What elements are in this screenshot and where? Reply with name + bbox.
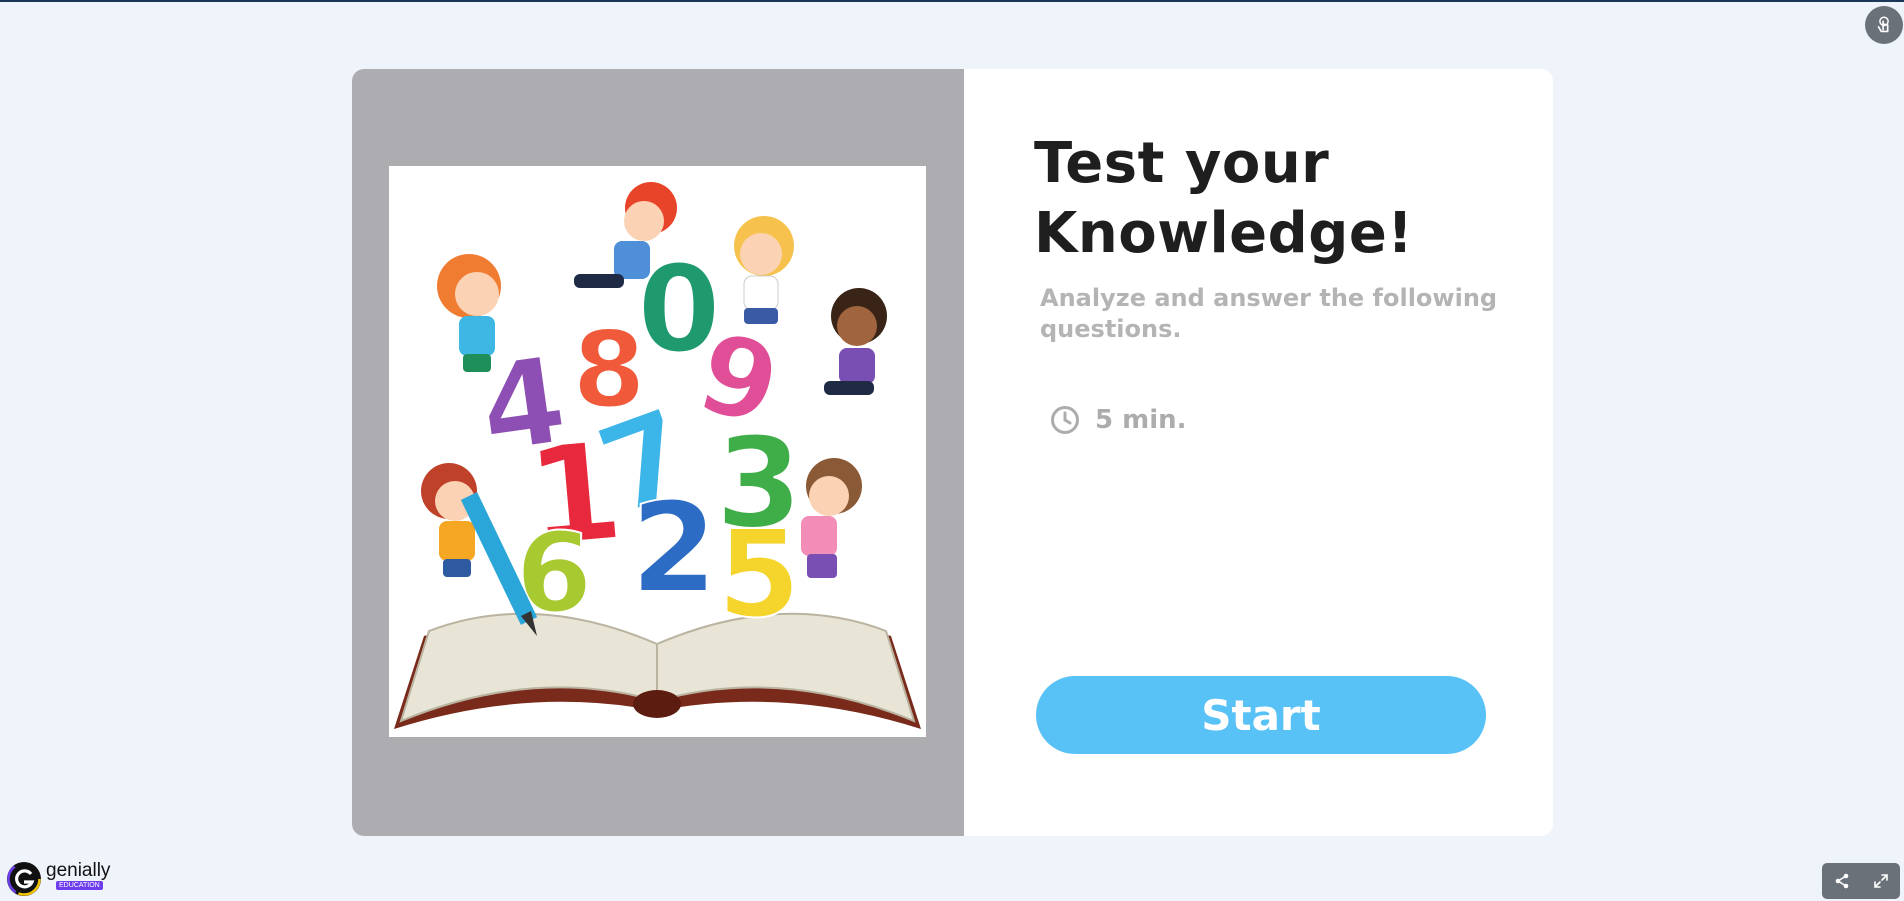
presentation-toolbar — [1822, 863, 1900, 899]
kid-brown-hair — [801, 458, 862, 578]
quiz-title-line2: Knowledge! — [1034, 201, 1414, 266]
genially-logo[interactable]: genially EDUCATION — [6, 861, 110, 897]
digit-2: 2 — [631, 476, 718, 621]
quiz-subtitle: Analyze and answer the following questio… — [1040, 284, 1498, 343]
kid-orange-hair — [437, 254, 501, 372]
touch-mode-button[interactable] — [1865, 6, 1903, 44]
fullscreen-icon — [1873, 874, 1888, 888]
quiz-info-panel: Test your Knowledge! Analyze and answer … — [964, 69, 1553, 836]
brand-name: genially — [46, 860, 111, 881]
kid-curly-dark-hair — [824, 288, 887, 395]
duration-label: 5 min. — [1095, 405, 1187, 435]
image-panel: 4 8 0 9 1 7 3 6 2 5 — [352, 69, 964, 836]
share-icon — [1835, 873, 1848, 889]
kid-blonde — [734, 216, 794, 324]
fullscreen-button[interactable] — [1870, 870, 1892, 892]
quiz-card: 4 8 0 9 1 7 3 6 2 5 Test your Knowledge!… — [352, 69, 1553, 836]
touch-icon — [1877, 16, 1889, 33]
share-button[interactable] — [1831, 870, 1853, 892]
quiz-title: Test your Knowledge! — [1034, 129, 1514, 269]
quiz-duration: 5 min. — [1050, 405, 1187, 435]
digit-5: 5 — [717, 506, 801, 645]
start-button[interactable]: Start — [1036, 676, 1486, 754]
genially-logo-icon — [7, 862, 41, 896]
quiz-title-line1: Test your — [1034, 131, 1330, 196]
quiz-illustration: 4 8 0 9 1 7 3 6 2 5 — [389, 166, 926, 737]
brand-badge: EDUCATION — [56, 881, 103, 890]
book-spine — [633, 690, 681, 718]
clock-icon — [1051, 406, 1079, 434]
top-border — [0, 0, 1904, 2]
